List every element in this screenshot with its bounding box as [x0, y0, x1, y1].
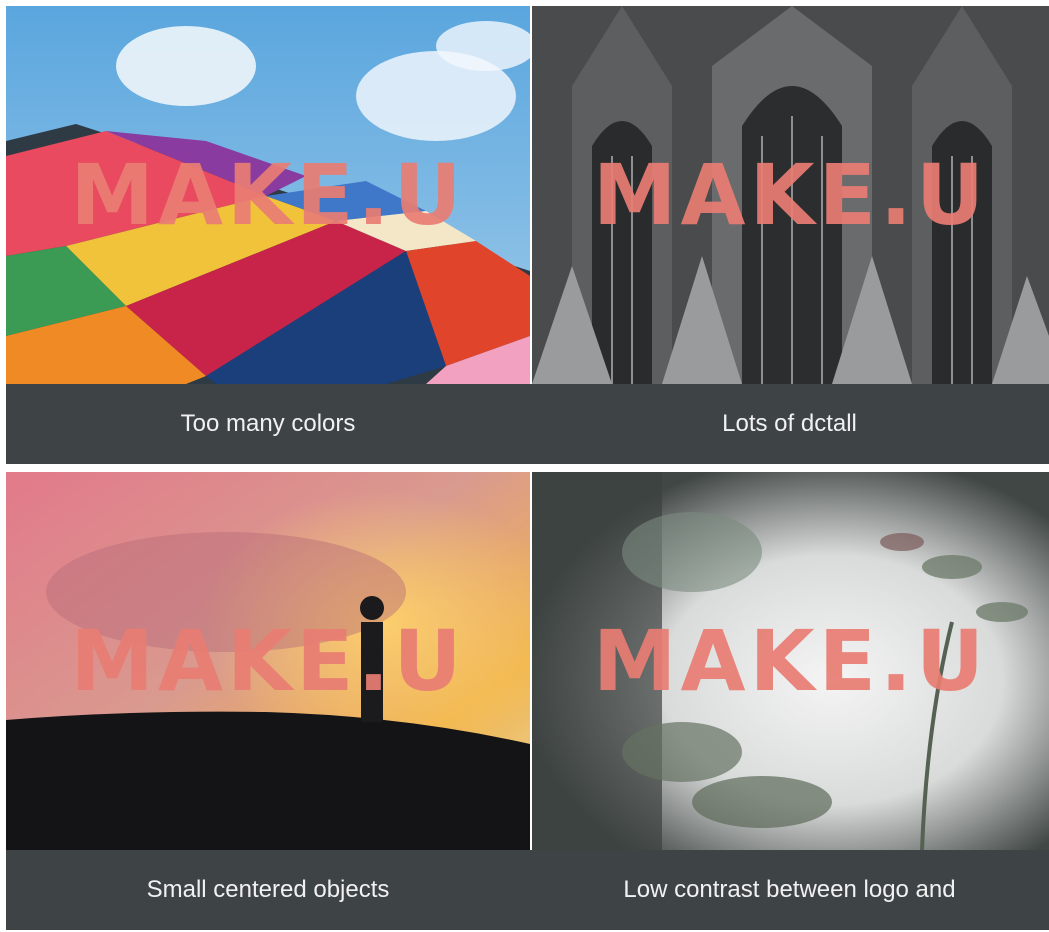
tile-lots-of-detail: MAKE.U [532, 6, 1049, 384]
make-u-logo: MAKE.U [70, 612, 466, 710]
example-grid: MAKE.U MAKE.U Too many colors Lots of dc… [6, 6, 1049, 932]
make-u-logo: MAKE.U [70, 146, 466, 244]
caption-low-contrast: Low contrast between logo and [530, 850, 1049, 930]
tile-low-contrast: MAKE.U [532, 472, 1049, 850]
make-u-logo: MAKE.U [592, 612, 989, 710]
make-u-logo: MAKE.U [592, 146, 989, 244]
tile-small-centered-objects: MAKE.U [6, 472, 530, 850]
tile-too-many-colors: MAKE.U [6, 6, 530, 384]
caption-lots-of-detail: Lots of dctall [530, 384, 1049, 464]
caption-too-many-colors: Too many colors [6, 384, 530, 464]
caption-small-centered-objects: Small centered objects [6, 850, 530, 930]
